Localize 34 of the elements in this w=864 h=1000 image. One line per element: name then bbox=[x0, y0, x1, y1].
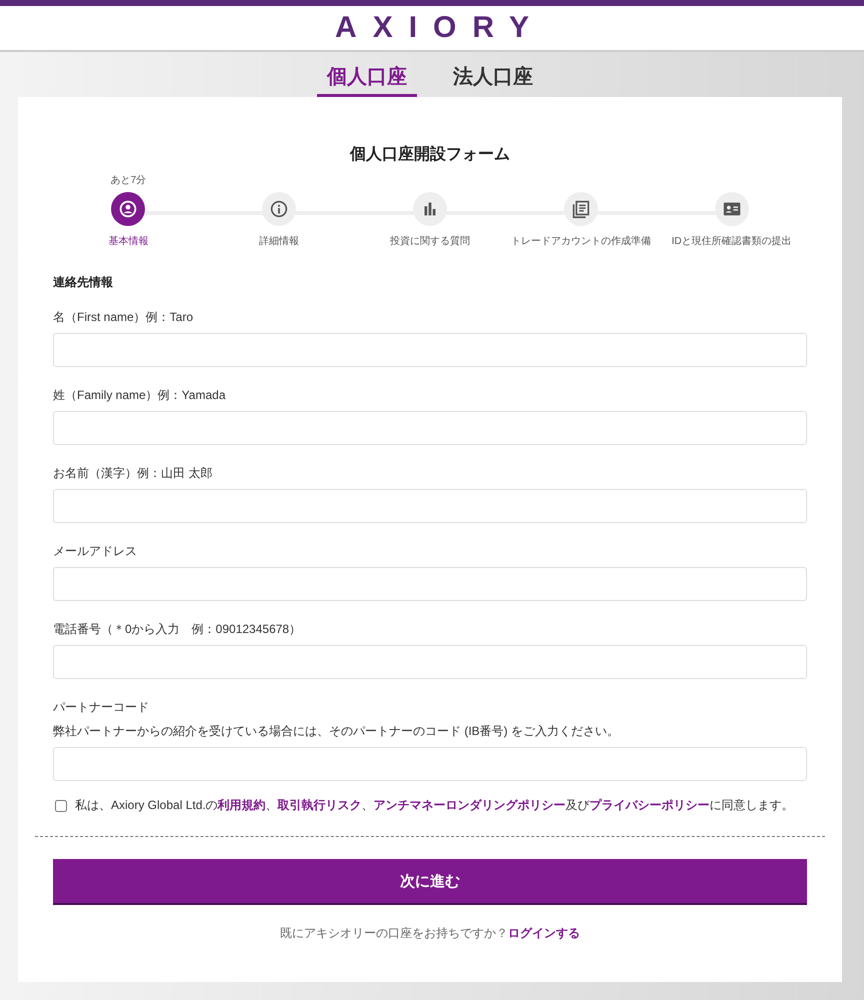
next-button[interactable]: 次に進む bbox=[53, 859, 807, 905]
step-label: 詳細情報 bbox=[259, 234, 300, 248]
step-label: トレードアカウントの作成準備 bbox=[510, 234, 651, 248]
policy-link[interactable]: 取引執行リスク bbox=[278, 798, 362, 812]
field-label: パートナーコード bbox=[53, 699, 150, 715]
field-hint: 弊社パートナーからの紹介を受けている場合には、そのパートナーのコード (IB番号) をご入力ください。 bbox=[53, 723, 620, 739]
input-field[interactable] bbox=[53, 489, 807, 523]
field-label: 名（First name）例：Taro bbox=[53, 309, 194, 325]
field-label: メールアドレス bbox=[53, 543, 138, 559]
section-heading: 連絡先情報 bbox=[53, 274, 114, 291]
account-type-tab[interactable]: 法人口座 bbox=[443, 64, 543, 97]
input-field[interactable] bbox=[53, 333, 807, 367]
time-estimate: あと7分 bbox=[110, 174, 146, 188]
policy-link[interactable]: プライバシーポリシー bbox=[590, 798, 710, 812]
input-field[interactable] bbox=[53, 645, 807, 679]
step-indicator[interactable] bbox=[714, 192, 749, 226]
step-label: 投資に関する質問 bbox=[390, 234, 470, 248]
consent-text: 私は、Axiory Global Ltd.の利用規約、取引執行リスク、アンチマネーロンダリングポリシー及びプライバシーポリシーに同意します。 bbox=[75, 797, 794, 814]
step-label: 基本情報 bbox=[108, 234, 148, 248]
login-link[interactable]: ログインする bbox=[508, 926, 580, 940]
step-indicator[interactable] bbox=[111, 192, 146, 226]
policy-link[interactable]: アンチマネーロンダリングポリシー bbox=[374, 798, 566, 812]
field-label: お名前（漢字）例：山田 太郎 bbox=[53, 465, 214, 481]
logo[interactable]: AXIORY bbox=[335, 11, 545, 45]
input-field[interactable] bbox=[53, 567, 807, 601]
form-title: 個人口座開設フォーム bbox=[348, 145, 511, 165]
policy-link[interactable]: 利用規約 bbox=[218, 798, 266, 812]
field-label: 姓（Family name）例：Yamada bbox=[53, 387, 226, 403]
input-field[interactable] bbox=[53, 747, 807, 781]
field-label: 電話番号（＊0から入力 例：09012345678） bbox=[53, 621, 302, 637]
consent-checkbox[interactable] bbox=[55, 800, 67, 812]
login-prompt: 既にアキシオリーの口座をお持ちですか？ bbox=[280, 926, 508, 940]
input-field[interactable] bbox=[53, 411, 807, 445]
step-label: IDと現住所確認書類の提出 bbox=[672, 234, 792, 248]
